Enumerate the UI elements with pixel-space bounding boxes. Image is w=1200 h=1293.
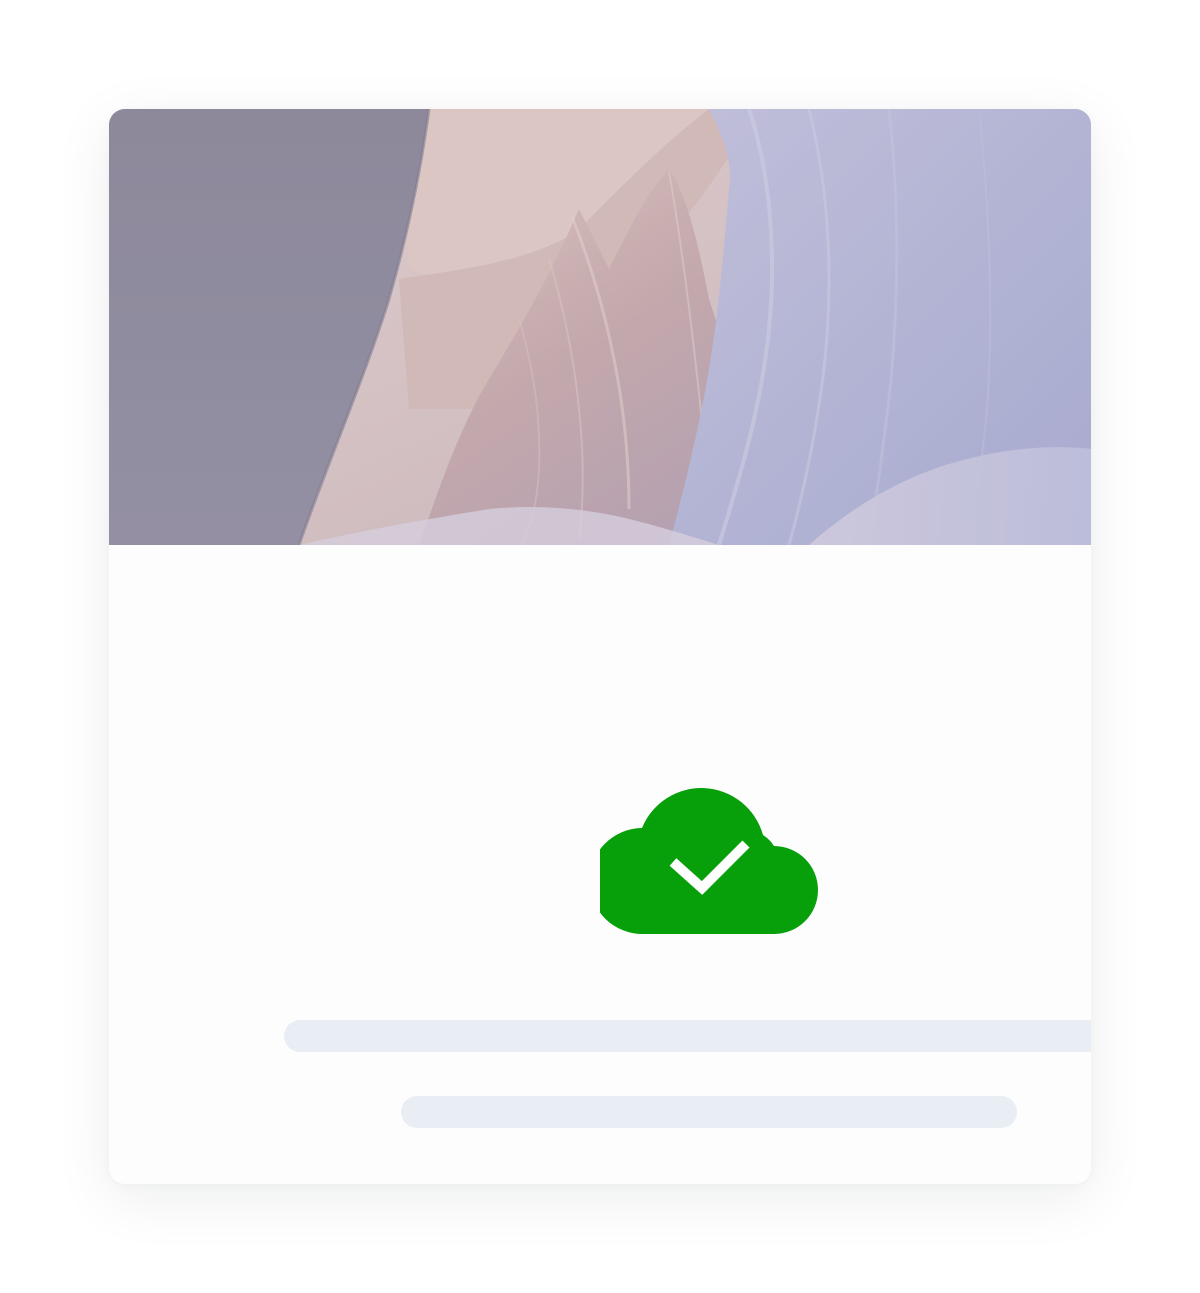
cloud-check-icon: [600, 788, 818, 934]
text-placeholder-line: [284, 1020, 1091, 1052]
text-placeholder-line: [401, 1096, 1017, 1128]
cloud-shape: [600, 788, 818, 934]
upload-success-card: [109, 109, 1091, 1184]
page: [0, 0, 1200, 1293]
canyon-photo: [109, 109, 1091, 545]
